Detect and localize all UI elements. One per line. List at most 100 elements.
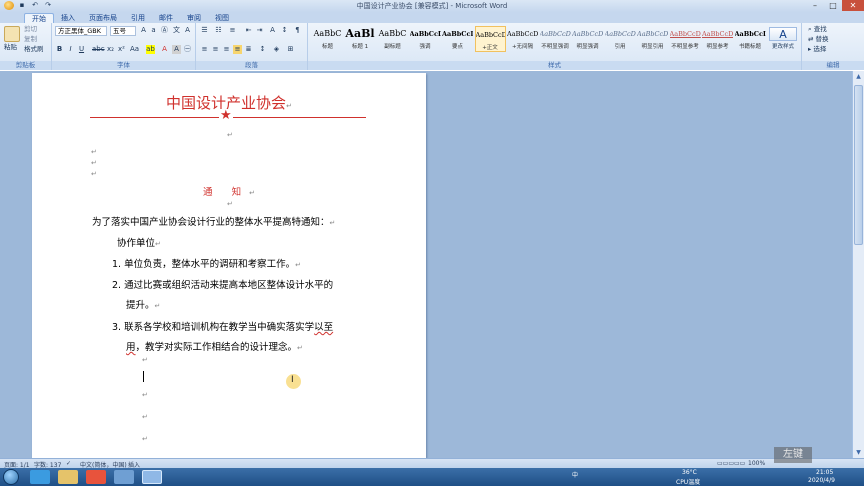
- style-item[interactable]: AaBbCcD 强调: [410, 26, 441, 52]
- font-name-box[interactable]: 方正黑体_GBK: [55, 26, 107, 36]
- ime-indicator[interactable]: 中: [572, 470, 578, 479]
- cpu-temp-label: CPU温度: [676, 479, 701, 486]
- tab-references[interactable]: 引用: [124, 13, 152, 23]
- format-painter-button[interactable]: 格式刷: [24, 45, 44, 54]
- minimize-button[interactable]: –: [806, 0, 824, 11]
- close-button[interactable]: ✕: [842, 0, 864, 11]
- tab-view[interactable]: 视图: [208, 13, 236, 23]
- find-button[interactable]: ⌕ 查找: [808, 25, 827, 34]
- scroll-down-icon[interactable]: ▼: [853, 447, 864, 458]
- style-item[interactable]: AaBbCcDc +正文: [474, 26, 506, 52]
- font-size-box[interactable]: 五号: [110, 26, 136, 36]
- font-color-icon[interactable]: A: [160, 45, 169, 54]
- multilevel-list-icon[interactable]: ≡: [228, 26, 237, 35]
- justify-icon[interactable]: ≡: [233, 45, 242, 54]
- maximize-button[interactable]: □: [824, 0, 842, 11]
- style-sample: AaBbCcD: [669, 30, 701, 38]
- view-buttons[interactable]: ▭▭▭▭▭: [717, 460, 745, 467]
- paste-button[interactable]: 粘贴: [4, 43, 17, 52]
- align-center-icon[interactable]: ≡: [211, 45, 220, 54]
- style-item[interactable]: AaBbC 标题: [312, 26, 343, 52]
- tab-insert[interactable]: 插入: [54, 13, 82, 23]
- paragraph-mark: ↵: [154, 302, 161, 310]
- bullets-icon[interactable]: ☰: [200, 26, 209, 35]
- align-left-icon[interactable]: ≡: [200, 45, 209, 54]
- bold-icon[interactable]: B: [55, 45, 64, 54]
- grow-font-icon[interactable]: A: [139, 26, 148, 35]
- style-item[interactable]: AaBbCcD 不明显参考: [670, 26, 701, 52]
- intro-text: 为了落实中国产业协会设计行业的整体水平提高特通知：: [92, 217, 330, 228]
- vertical-scrollbar[interactable]: ▲ ▼: [852, 71, 864, 458]
- tab-review[interactable]: 审阅: [180, 13, 208, 23]
- style-name: 明显引用: [641, 44, 664, 50]
- chrome-icon[interactable]: [86, 470, 106, 484]
- style-item[interactable]: AaBbC 副标题: [377, 26, 408, 52]
- grammar-flagged-text: 用: [126, 342, 136, 353]
- zoom-level[interactable]: 100%: [748, 460, 765, 467]
- show-marks-icon[interactable]: ¶: [293, 26, 302, 35]
- replace-button[interactable]: ⇄ 替换: [808, 35, 829, 44]
- explorer-icon[interactable]: [58, 470, 78, 484]
- style-item[interactable]: AaBbCcDc 明显强调: [572, 26, 603, 52]
- align-right-icon[interactable]: ≡: [222, 45, 231, 54]
- borders-icon[interactable]: ⊞: [286, 45, 295, 54]
- change-case-icon[interactable]: Aa: [130, 45, 139, 54]
- paragraph-mark: ↵: [295, 261, 301, 269]
- decrease-indent-icon[interactable]: ⇤: [244, 26, 253, 35]
- cpu-temp: 36°C: [682, 469, 697, 476]
- chinese-layout-icon[interactable]: A: [268, 26, 277, 35]
- italic-icon[interactable]: I: [66, 45, 75, 54]
- style-item[interactable]: AaBbCcD 明显参考: [702, 26, 733, 52]
- shrink-font-icon[interactable]: a: [149, 26, 158, 35]
- document-page[interactable]: 中国设计产业协会↵ ★ ↵ ↵ ↵ ↵ 通 知↵ ↵ 为了落实中国产业协会设计行…: [32, 73, 426, 458]
- shading-icon[interactable]: ◈: [272, 45, 281, 54]
- list-item-2: 2. 通过比赛或组织活动来提高本地区整体设计水平的: [112, 277, 333, 291]
- change-styles-button[interactable]: 更改样式: [766, 43, 800, 52]
- style-item[interactable]: AaBl 标题 1: [345, 26, 376, 52]
- style-item[interactable]: AaBbCcDc 明显引用: [637, 26, 668, 52]
- grammar-flagged-text: 以至: [314, 322, 334, 333]
- ie-icon[interactable]: [30, 470, 50, 484]
- numbering-icon[interactable]: ☷: [214, 26, 223, 35]
- list-item-3: 3. 联系各学校和培训机构在教学当中确实落实学以至: [112, 319, 333, 333]
- proofing-icon[interactable]: ✓: [66, 460, 71, 467]
- style-item[interactable]: AaBbCcDc 引用: [605, 26, 636, 52]
- strikethrough-icon[interactable]: abc: [92, 45, 105, 54]
- clock-date[interactable]: 2020/4/9: [808, 477, 835, 484]
- sort-icon[interactable]: ↕: [280, 26, 289, 35]
- tab-page-layout[interactable]: 页面布局: [82, 13, 124, 23]
- subscript-icon[interactable]: x₂: [106, 45, 115, 54]
- enclose-char-icon[interactable]: ㊀: [183, 45, 192, 54]
- increase-indent-icon[interactable]: ⇥: [255, 26, 264, 35]
- word-taskbar-icon[interactable]: [142, 470, 162, 484]
- style-item[interactable]: AaBbCcDc +无间隔: [507, 26, 538, 52]
- paragraph-mark: ↵: [286, 102, 292, 110]
- style-item[interactable]: AaBbCcI 书籍标题: [735, 26, 766, 52]
- cut-button[interactable]: 剪切: [24, 25, 37, 34]
- superscript-icon[interactable]: x²: [117, 45, 126, 54]
- phonetic-icon[interactable]: 文: [172, 26, 181, 35]
- scroll-up-icon[interactable]: ▲: [853, 71, 864, 82]
- tab-home[interactable]: 开始: [24, 13, 54, 23]
- line-spacing-icon[interactable]: ↕: [258, 45, 267, 54]
- paste-icon[interactable]: [4, 26, 20, 42]
- clear-format-icon[interactable]: Ⓐ: [160, 26, 169, 35]
- clock-time[interactable]: 21:05: [816, 469, 833, 476]
- app-icon[interactable]: [114, 470, 134, 484]
- start-button-icon[interactable]: [3, 469, 19, 485]
- system-tray: 中 36°C CPU温度 21:05 2020/4/9: [564, 468, 864, 486]
- underline-icon[interactable]: U: [77, 45, 86, 54]
- style-item[interactable]: AaBbCcDc 不明显强调: [540, 26, 571, 52]
- char-border-icon[interactable]: A: [183, 26, 192, 35]
- select-button[interactable]: ▸ 选择: [808, 45, 826, 54]
- change-styles-icon[interactable]: A: [769, 27, 797, 41]
- scroll-thumb[interactable]: [854, 85, 863, 245]
- styles-group-label: 样式: [308, 61, 801, 70]
- char-shading-icon[interactable]: A: [172, 45, 181, 54]
- tab-mailings[interactable]: 邮件: [152, 13, 180, 23]
- style-item[interactable]: AaBbCcD 要点: [442, 26, 473, 52]
- copy-button[interactable]: 复制: [24, 35, 37, 44]
- distribute-icon[interactable]: ≣: [244, 45, 253, 54]
- highlight-icon[interactable]: ab: [146, 45, 155, 54]
- list-item-3-cont: 用，教学对实际工作相结合的设计理念。↵: [126, 339, 303, 353]
